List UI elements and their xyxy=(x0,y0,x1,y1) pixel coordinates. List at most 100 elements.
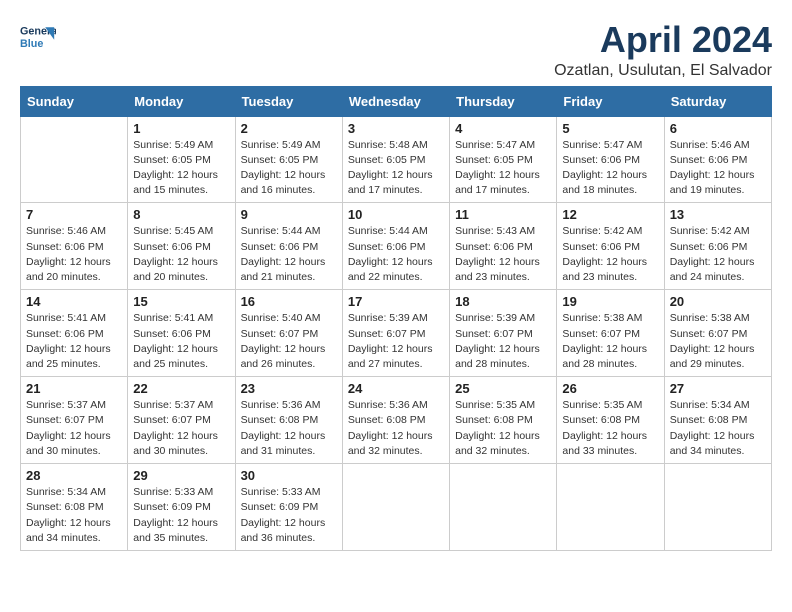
day-number: 21 xyxy=(26,381,122,396)
day-number: 17 xyxy=(348,294,444,309)
calendar-cell: 13 Sunrise: 5:42 AM Sunset: 6:06 PM Dayli… xyxy=(664,203,771,290)
week-row-2: 7 Sunrise: 5:46 AM Sunset: 6:06 PM Daylig… xyxy=(21,203,772,290)
day-number: 7 xyxy=(26,207,122,222)
day-info: Sunrise: 5:43 AM Sunset: 6:06 PM Dayligh… xyxy=(455,224,551,285)
calendar-cell: 11 Sunrise: 5:43 AM Sunset: 6:06 PM Dayli… xyxy=(450,203,557,290)
day-info: Sunrise: 5:47 AM Sunset: 6:05 PM Dayligh… xyxy=(455,138,551,199)
day-number: 25 xyxy=(455,381,551,396)
weekday-header-sunday: Sunday xyxy=(21,86,128,116)
day-info: Sunrise: 5:38 AM Sunset: 6:07 PM Dayligh… xyxy=(670,311,766,372)
calendar-cell: 25 Sunrise: 5:35 AM Sunset: 6:08 PM Dayli… xyxy=(450,377,557,464)
calendar-cell xyxy=(450,464,557,551)
calendar-cell: 20Sunrise: 5:38 AM Sunset: 6:07 PM Dayli… xyxy=(664,290,771,377)
calendar-body: 1 Sunrise: 5:49 AM Sunset: 6:05 PM Daylig… xyxy=(21,116,772,550)
calendar-cell: 7 Sunrise: 5:46 AM Sunset: 6:06 PM Daylig… xyxy=(21,203,128,290)
calendar-cell: 28 Sunrise: 5:34 AM Sunset: 6:08 PM Dayli… xyxy=(21,464,128,551)
day-number: 4 xyxy=(455,121,551,136)
calendar-cell: 15 Sunrise: 5:41 AM Sunset: 6:06 PM Dayli… xyxy=(128,290,235,377)
calendar-cell: 6 Sunrise: 5:46 AM Sunset: 6:06 PM Daylig… xyxy=(664,116,771,203)
week-row-1: 1 Sunrise: 5:49 AM Sunset: 6:05 PM Daylig… xyxy=(21,116,772,203)
day-number: 16 xyxy=(241,294,337,309)
calendar-cell xyxy=(664,464,771,551)
day-number: 14 xyxy=(26,294,122,309)
day-info: Sunrise: 5:46 AM Sunset: 6:06 PM Dayligh… xyxy=(670,138,766,199)
calendar-cell: 12 Sunrise: 5:42 AM Sunset: 6:06 PM Dayli… xyxy=(557,203,664,290)
day-number: 18 xyxy=(455,294,551,309)
day-number: 9 xyxy=(241,207,337,222)
calendar-cell: 27Sunrise: 5:34 AM Sunset: 6:08 PM Dayli… xyxy=(664,377,771,464)
day-info: Sunrise: 5:33 AM Sunset: 6:09 PM Dayligh… xyxy=(241,485,337,546)
day-info: Sunrise: 5:47 AM Sunset: 6:06 PM Dayligh… xyxy=(562,138,658,199)
svg-text:Blue: Blue xyxy=(20,38,43,50)
calendar-cell xyxy=(557,464,664,551)
logo: General Blue xyxy=(20,20,56,56)
day-info: Sunrise: 5:44 AM Sunset: 6:06 PM Dayligh… xyxy=(348,224,444,285)
weekday-header-wednesday: Wednesday xyxy=(342,86,449,116)
calendar-cell: 1 Sunrise: 5:49 AM Sunset: 6:05 PM Daylig… xyxy=(128,116,235,203)
day-number: 6 xyxy=(670,121,766,136)
day-number: 5 xyxy=(562,121,658,136)
calendar-cell: 16 Sunrise: 5:40 AM Sunset: 6:07 PM Dayli… xyxy=(235,290,342,377)
day-info: Sunrise: 5:34 AM Sunset: 6:08 PM Dayligh… xyxy=(670,398,766,459)
calendar-cell: 3Sunrise: 5:48 AM Sunset: 6:05 PM Daylig… xyxy=(342,116,449,203)
calendar-cell: 17 Sunrise: 5:39 AM Sunset: 6:07 PM Dayli… xyxy=(342,290,449,377)
day-info: Sunrise: 5:41 AM Sunset: 6:06 PM Dayligh… xyxy=(133,311,229,372)
day-info: Sunrise: 5:45 AM Sunset: 6:06 PM Dayligh… xyxy=(133,224,229,285)
week-row-3: 14 Sunrise: 5:41 AM Sunset: 6:06 PM Dayli… xyxy=(21,290,772,377)
day-number: 23 xyxy=(241,381,337,396)
day-info: Sunrise: 5:37 AM Sunset: 6:07 PM Dayligh… xyxy=(133,398,229,459)
day-info: Sunrise: 5:40 AM Sunset: 6:07 PM Dayligh… xyxy=(241,311,337,372)
day-info: Sunrise: 5:46 AM Sunset: 6:06 PM Dayligh… xyxy=(26,224,122,285)
day-number: 15 xyxy=(133,294,229,309)
calendar-cell: 2Sunrise: 5:49 AM Sunset: 6:05 PM Daylig… xyxy=(235,116,342,203)
day-number: 29 xyxy=(133,468,229,483)
calendar-cell: 24 Sunrise: 5:36 AM Sunset: 6:08 PM Dayli… xyxy=(342,377,449,464)
day-info: Sunrise: 5:41 AM Sunset: 6:06 PM Dayligh… xyxy=(26,311,122,372)
calendar-table: SundayMondayTuesdayWednesdayThursdayFrid… xyxy=(20,86,772,551)
day-info: Sunrise: 5:39 AM Sunset: 6:07 PM Dayligh… xyxy=(348,311,444,372)
day-number: 12 xyxy=(562,207,658,222)
day-number: 8 xyxy=(133,207,229,222)
calendar-subtitle: Ozatlan, Usulutan, El Salvador xyxy=(554,62,772,80)
day-info: Sunrise: 5:48 AM Sunset: 6:05 PM Dayligh… xyxy=(348,138,444,199)
weekday-header-thursday: Thursday xyxy=(450,86,557,116)
day-info: Sunrise: 5:35 AM Sunset: 6:08 PM Dayligh… xyxy=(455,398,551,459)
calendar-cell: 5 Sunrise: 5:47 AM Sunset: 6:06 PM Daylig… xyxy=(557,116,664,203)
day-number: 22 xyxy=(133,381,229,396)
calendar-cell: 22 Sunrise: 5:37 AM Sunset: 6:07 PM Dayli… xyxy=(128,377,235,464)
day-number: 11 xyxy=(455,207,551,222)
day-number: 24 xyxy=(348,381,444,396)
calendar-cell: 8 Sunrise: 5:45 AM Sunset: 6:06 PM Daylig… xyxy=(128,203,235,290)
day-number: 10 xyxy=(348,207,444,222)
day-number: 26 xyxy=(562,381,658,396)
calendar-cell: 23Sunrise: 5:36 AM Sunset: 6:08 PM Dayli… xyxy=(235,377,342,464)
day-info: Sunrise: 5:44 AM Sunset: 6:06 PM Dayligh… xyxy=(241,224,337,285)
weekday-header-row: SundayMondayTuesdayWednesdayThursdayFrid… xyxy=(21,86,772,116)
day-info: Sunrise: 5:42 AM Sunset: 6:06 PM Dayligh… xyxy=(562,224,658,285)
weekday-header-monday: Monday xyxy=(128,86,235,116)
day-info: Sunrise: 5:34 AM Sunset: 6:08 PM Dayligh… xyxy=(26,485,122,546)
title-block: April 2024 Ozatlan, Usulutan, El Salvado… xyxy=(554,20,772,80)
day-number: 2 xyxy=(241,121,337,136)
calendar-cell: 4 Sunrise: 5:47 AM Sunset: 6:05 PM Daylig… xyxy=(450,116,557,203)
day-info: Sunrise: 5:49 AM Sunset: 6:05 PM Dayligh… xyxy=(133,138,229,199)
weekday-header-saturday: Saturday xyxy=(664,86,771,116)
page-header: General Blue April 2024 Ozatlan, Usuluta… xyxy=(20,20,772,80)
calendar-cell xyxy=(342,464,449,551)
day-number: 13 xyxy=(670,207,766,222)
calendar-cell: 30Sunrise: 5:33 AM Sunset: 6:09 PM Dayli… xyxy=(235,464,342,551)
day-number: 1 xyxy=(133,121,229,136)
day-number: 28 xyxy=(26,468,122,483)
calendar-cell: 26Sunrise: 5:35 AM Sunset: 6:08 PM Dayli… xyxy=(557,377,664,464)
calendar-cell xyxy=(21,116,128,203)
weekday-header-friday: Friday xyxy=(557,86,664,116)
calendar-cell: 14 Sunrise: 5:41 AM Sunset: 6:06 PM Dayli… xyxy=(21,290,128,377)
calendar-cell: 19Sunrise: 5:38 AM Sunset: 6:07 PM Dayli… xyxy=(557,290,664,377)
day-info: Sunrise: 5:39 AM Sunset: 6:07 PM Dayligh… xyxy=(455,311,551,372)
day-info: Sunrise: 5:33 AM Sunset: 6:09 PM Dayligh… xyxy=(133,485,229,546)
calendar-title: April 2024 xyxy=(554,20,772,60)
calendar-cell: 29 Sunrise: 5:33 AM Sunset: 6:09 PM Dayli… xyxy=(128,464,235,551)
day-info: Sunrise: 5:36 AM Sunset: 6:08 PM Dayligh… xyxy=(348,398,444,459)
day-info: Sunrise: 5:42 AM Sunset: 6:06 PM Dayligh… xyxy=(670,224,766,285)
week-row-4: 21 Sunrise: 5:37 AM Sunset: 6:07 PM Dayli… xyxy=(21,377,772,464)
